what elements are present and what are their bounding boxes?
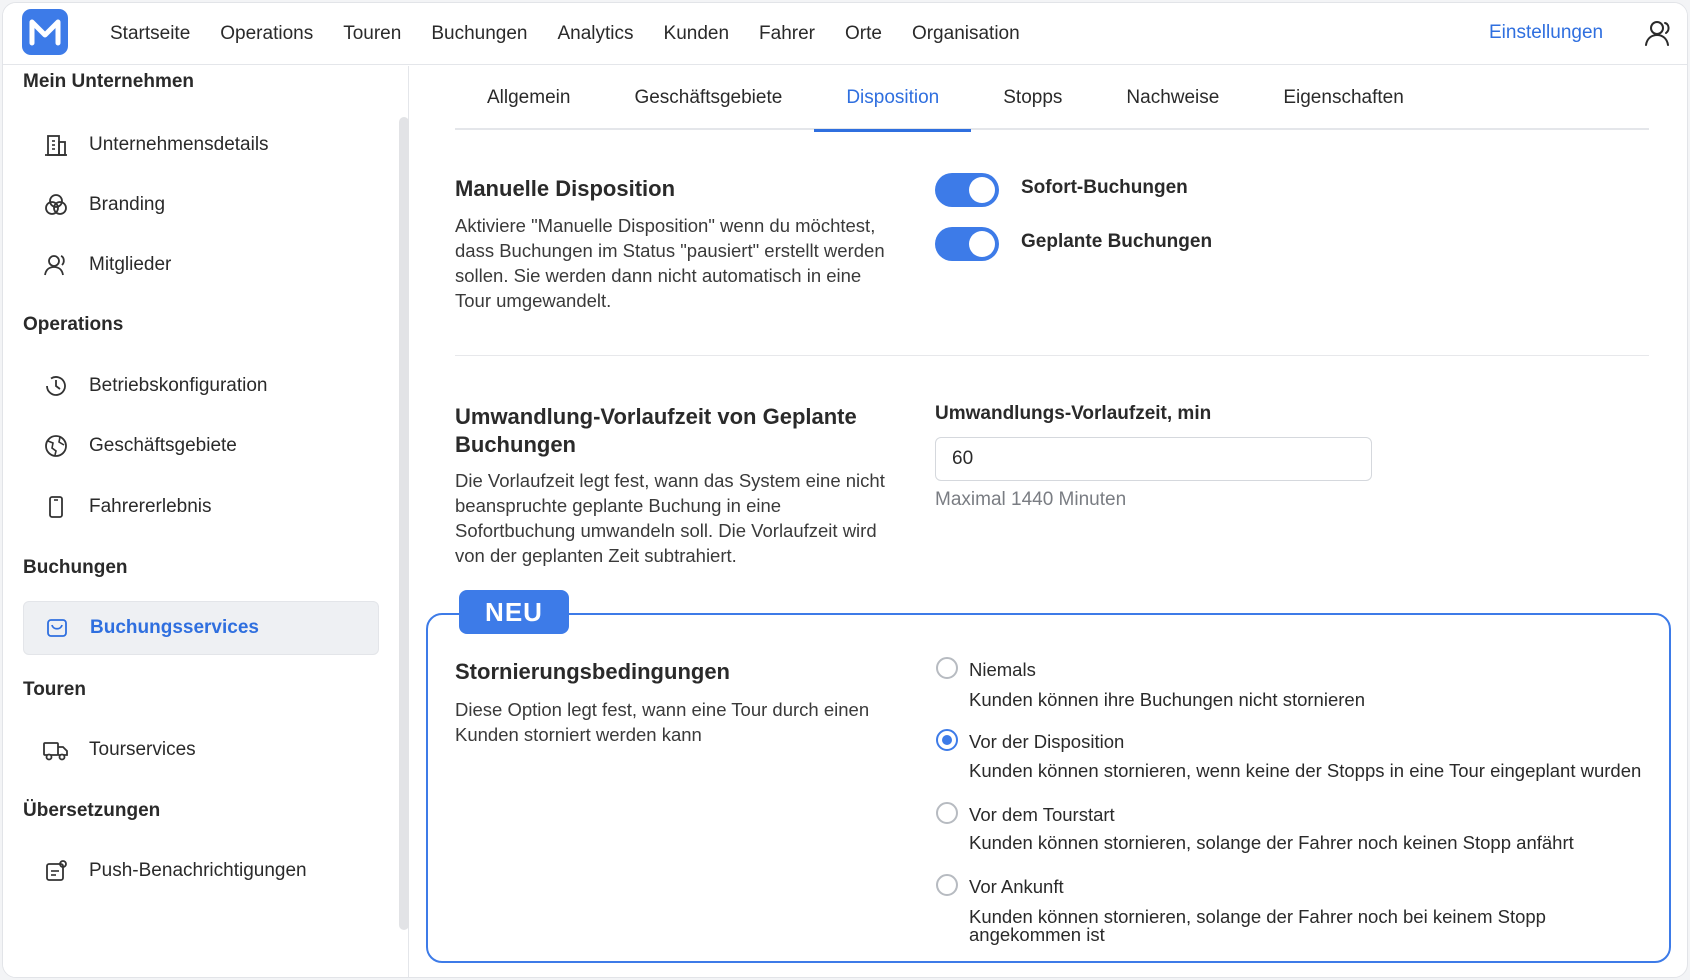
app-logo[interactable]	[22, 9, 68, 55]
sidebar-item-label: Geschäftsgebiete	[89, 435, 237, 456]
app-window: Startseite Operations Touren Buchungen A…	[2, 2, 1688, 978]
sidebar-item-label: Push-Benachrichtigungen	[89, 860, 307, 881]
nav-operations[interactable]: Operations	[220, 23, 313, 45]
sidebar-item-members[interactable]: Mitglieder	[23, 238, 379, 292]
sidebar-item-branding[interactable]: Branding	[23, 178, 379, 232]
sidebar-item-push-notifications[interactable]: Push-Benachrichtigungen	[23, 844, 379, 898]
notification-icon	[31, 844, 81, 898]
radio-before-arrival-desc: Kunden können stornieren, solange der Fa…	[969, 906, 1546, 945]
sidebar-item-business-areas[interactable]: Geschäftsgebiete	[23, 419, 379, 473]
radio-before-arrival-label: Vor Ankunft	[969, 876, 1064, 897]
nav-buchungen[interactable]: Buchungen	[431, 23, 527, 45]
nav-kunden[interactable]: Kunden	[664, 23, 730, 45]
lead-time-field-label: Umwandlungs-Vorlaufzeit, min	[935, 403, 1212, 424]
toggle-knob	[969, 177, 995, 203]
tab-geschaeftsgebiete[interactable]: Geschäftsgebiete	[602, 66, 814, 130]
radio-before-dispatch-desc: Kunden können stornieren, wenn keine der…	[969, 760, 1642, 781]
new-badge: NEU	[459, 590, 569, 634]
section-divider	[455, 355, 1649, 356]
radio-never-desc: Kunden können ihre Buchungen nicht storn…	[969, 689, 1365, 710]
sidebar-item-label: Fahrererlebnis	[89, 496, 212, 517]
radio-before-arrival[interactable]	[936, 874, 958, 896]
sidebar-item-label: Buchungsservices	[90, 617, 259, 638]
m-logo-icon	[29, 19, 61, 46]
nav-startseite[interactable]: Startseite	[110, 23, 190, 45]
building-icon	[31, 118, 81, 172]
nav-analytics[interactable]: Analytics	[557, 23, 633, 45]
sidebar-item-booking-services[interactable]: Buchungsservices	[23, 601, 379, 655]
settings-tabs: Allgemein Geschäftsgebiete Disposition S…	[455, 66, 1649, 132]
user-icon[interactable]	[1643, 18, 1673, 48]
sidebar-scrollbar[interactable]	[399, 117, 409, 930]
globe-icon	[31, 419, 81, 473]
truck-icon	[31, 723, 81, 777]
planned-bookings-toggle[interactable]	[935, 227, 999, 261]
sidebar-section-company: Mein Unternehmen	[23, 71, 195, 92]
lead-time-title: Umwandlung-Vorlaufzeit von Geplante Buch…	[455, 404, 857, 457]
radio-never-label: Niemals	[969, 659, 1036, 680]
lead-time-hint: Maximal 1440 Minuten	[935, 489, 1127, 510]
sidebar: Mein Unternehmen Unternehmensdetails Bra…	[3, 66, 409, 977]
lead-time-input[interactable]	[935, 437, 1372, 481]
sidebar-item-driver-experience[interactable]: Fahrererlebnis	[23, 480, 379, 534]
radio-before-tour-start-label: Vor dem Tourstart	[969, 804, 1115, 825]
sidebar-section-bookings: Buchungen	[23, 557, 128, 578]
toggle-knob	[969, 231, 995, 257]
tab-allgemein[interactable]: Allgemein	[455, 66, 602, 130]
clock-icon	[31, 359, 81, 413]
cancellation-title: Stornierungsbedingungen	[455, 659, 730, 684]
tab-nachweise[interactable]: Nachweise	[1094, 66, 1251, 130]
top-bar: Startseite Operations Touren Buchungen A…	[3, 3, 1687, 65]
planned-bookings-label: Geplante Buchungen	[1021, 231, 1213, 252]
sidebar-item-tour-services[interactable]: Tourservices	[23, 723, 379, 777]
radio-never[interactable]	[936, 657, 958, 679]
nav-fahrer[interactable]: Fahrer	[759, 23, 815, 45]
sidebar-item-label: Mitglieder	[89, 254, 172, 275]
settings-link[interactable]: Einstellungen	[1489, 22, 1603, 44]
phone-icon	[31, 480, 81, 534]
manual-dispatch-description: Aktiviere "Manuelle Disposition" wenn du…	[455, 215, 885, 311]
radio-before-tour-start[interactable]	[936, 802, 958, 824]
tab-disposition[interactable]: Disposition	[814, 66, 972, 132]
radio-before-dispatch-label: Vor der Disposition	[969, 731, 1125, 752]
sidebar-item-company-details[interactable]: Unternehmensdetails	[23, 118, 379, 172]
radio-before-dispatch[interactable]	[936, 729, 958, 751]
tab-eigenschaften[interactable]: Eigenschaften	[1251, 66, 1435, 130]
cancellation-description: Diese Option legt fest, wann eine Tour d…	[455, 699, 870, 745]
sidebar-item-operating-config[interactable]: Betriebskonfiguration	[23, 359, 379, 413]
instant-bookings-toggle[interactable]	[935, 173, 999, 207]
tab-stopps[interactable]: Stopps	[971, 66, 1094, 130]
sidebar-item-label: Betriebskonfiguration	[89, 375, 268, 396]
nav-orte[interactable]: Orte	[845, 23, 882, 45]
instant-bookings-label: Sofort-Buchungen	[1021, 177, 1188, 198]
sidebar-section-operations: Operations	[23, 314, 124, 335]
lead-time-description: Die Vorlaufzeit legt fest, wann das Syst…	[455, 470, 885, 566]
sidebar-item-label: Branding	[89, 194, 166, 215]
sidebar-item-label: Unternehmensdetails	[89, 134, 269, 155]
manual-dispatch-title: Manuelle Disposition	[455, 176, 676, 201]
sidebar-section-tours: Touren	[23, 679, 86, 700]
sidebar-item-label: Tourservices	[89, 739, 196, 760]
sidebar-section-translations: Übersetzungen	[23, 800, 161, 821]
main-nav: Startseite Operations Touren Buchungen A…	[95, 3, 1035, 65]
users-icon	[31, 238, 81, 292]
nav-organisation[interactable]: Organisation	[912, 23, 1020, 45]
palette-icon	[31, 178, 81, 232]
radio-before-tour-start-desc: Kunden können stornieren, solange der Fa…	[969, 832, 1574, 853]
bag-icon	[32, 601, 82, 655]
nav-touren[interactable]: Touren	[343, 23, 401, 45]
